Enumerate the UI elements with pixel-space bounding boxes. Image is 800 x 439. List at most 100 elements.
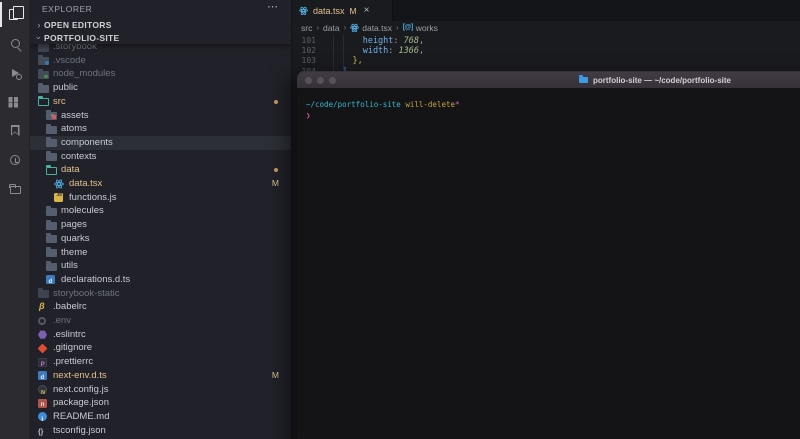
- file-tree: .storybook.vscodenode_modulespublicsrcas…: [30, 0, 291, 439]
- tree-item-data[interactable]: data: [30, 163, 291, 177]
- react-icon: [54, 182, 64, 186]
- root-folder-label: PORTFOLIO-SITE: [44, 33, 120, 43]
- tree-item-.env[interactable]: .env: [30, 314, 291, 328]
- tree-item-components[interactable]: components: [30, 136, 291, 150]
- js-icon: [54, 193, 63, 202]
- breadcrumb-symbol[interactable]: works: [416, 23, 438, 33]
- tree-item-label: contexts: [61, 150, 96, 164]
- code-line: 101 height: 768,: [292, 36, 800, 46]
- tree-item-.gitignore[interactable]: .gitignore: [30, 341, 291, 355]
- terminal-content[interactable]: ~/code/portfolio-site will-delete* ❯: [297, 89, 800, 121]
- tree-item-theme[interactable]: theme: [30, 246, 291, 260]
- explorer-sidebar: .storybook.vscodenode_modulespublicsrcas…: [30, 0, 292, 439]
- tree-item-label: quarks: [61, 232, 90, 246]
- breadcrumb-file[interactable]: data.tsx: [362, 23, 392, 33]
- tree-item-.babelrc[interactable]: .babelrc: [30, 300, 291, 314]
- tree-item-next.config.js[interactable]: next.config.js: [30, 383, 291, 397]
- breadcrumb-src[interactable]: src: [301, 23, 312, 33]
- activity-explorer[interactable]: [0, 0, 30, 29]
- git-modified-badge: M: [272, 177, 279, 191]
- tree-item-label: README.md: [53, 410, 109, 424]
- terminal-titlebar[interactable]: portfolio-site — ~/code/portfolio-site: [297, 72, 800, 89]
- tree-item-label: functions.js: [69, 191, 117, 205]
- tree-item-label: .eslintrc: [53, 328, 86, 342]
- line-number: 103: [292, 56, 316, 66]
- tree-item-quarks[interactable]: quarks: [30, 232, 291, 246]
- tree-item-label: molecules: [61, 204, 104, 218]
- terminal-cursor-line: ❯: [306, 111, 800, 122]
- breadcrumb-data[interactable]: data: [323, 23, 340, 33]
- tree-item-storybook-static[interactable]: storybook-static: [30, 287, 291, 301]
- code-line: 102 width: 1366,: [292, 46, 800, 56]
- tree-item-label: utils: [61, 259, 78, 273]
- tree-item-label: tsconfig.json: [53, 424, 106, 438]
- tree-item-.vscode[interactable]: .vscode: [30, 54, 291, 68]
- activity-debug[interactable]: [0, 58, 30, 87]
- open-editors-label: OPEN EDITORS: [44, 20, 112, 30]
- tree-item-data.tsx[interactable]: data.tsxM: [30, 177, 291, 191]
- folder-open-icon: [38, 98, 49, 106]
- tree-item-label: storybook-static: [53, 287, 120, 301]
- tree-item-node_modules[interactable]: node_modules: [30, 67, 291, 81]
- explorer-icon: [9, 9, 18, 20]
- tree-item-package.json[interactable]: package.json: [30, 396, 291, 410]
- folder-icon: [46, 139, 57, 147]
- tree-item-label: pages: [61, 218, 87, 232]
- tree-item-functions.js[interactable]: functions.js: [30, 191, 291, 205]
- activity-projects[interactable]: [0, 174, 30, 203]
- babel-icon: [38, 303, 49, 312]
- activity-history[interactable]: [0, 145, 30, 174]
- folder-open-icon: [46, 167, 57, 175]
- folder-icon: [46, 126, 57, 134]
- folder-icon: [38, 290, 49, 298]
- breadcrumb-separator: ›: [344, 23, 347, 32]
- line-number: 102: [292, 46, 316, 56]
- terminal-prompt-line: ~/code/portfolio-site will-delete*: [306, 100, 800, 111]
- folder-vscode-icon: [38, 57, 49, 65]
- tree-item-public[interactable]: public: [30, 81, 291, 95]
- activity-bookmarks[interactable]: [0, 116, 30, 145]
- tab-close-icon[interactable]: ×: [364, 6, 370, 15]
- activity-search[interactable]: [0, 29, 30, 58]
- vscode-window: .storybook.vscodenode_modulespublicsrcas…: [0, 0, 800, 439]
- tab-label: data.tsx: [313, 6, 345, 16]
- window-zoom-button[interactable]: [329, 77, 336, 84]
- window-close-button[interactable]: [305, 77, 312, 84]
- tab-git-modified-badge: M: [350, 6, 357, 16]
- explorer-title: EXPLORER: [42, 4, 92, 14]
- section-open-editors[interactable]: › OPEN EDITORS: [30, 18, 291, 31]
- breadcrumb-separator: ›: [316, 23, 319, 32]
- extensions-icon: [14, 97, 19, 102]
- tree-item-label: .vscode: [53, 54, 86, 68]
- section-root-folder[interactable]: › PORTFOLIO-SITE: [30, 31, 291, 44]
- tree-item-atoms[interactable]: atoms: [30, 122, 291, 136]
- folder-proxy-icon: [579, 77, 588, 84]
- nextconf-icon: [38, 385, 47, 394]
- tree-item-next-env.d.ts[interactable]: next-env.d.tsM: [30, 369, 291, 383]
- tree-item-contexts[interactable]: contexts: [30, 150, 291, 164]
- tree-item-label: next.config.js: [53, 383, 108, 397]
- tree-item-src[interactable]: src: [30, 95, 291, 109]
- tree-item-utils[interactable]: utils: [30, 259, 291, 273]
- tree-item-label: data: [61, 163, 80, 177]
- tree-item-label: src: [53, 95, 66, 109]
- modified-dot-badge: [274, 100, 278, 104]
- activity-extensions[interactable]: [0, 87, 30, 116]
- tab-data-tsx[interactable]: data.tsx M ×: [292, 0, 393, 21]
- tree-item-declarations.d.ts[interactable]: declarations.d.ts: [30, 273, 291, 287]
- tree-item-tsconfig.json[interactable]: tsconfig.json: [30, 424, 291, 438]
- git-icon: [38, 343, 48, 353]
- tree-item-pages[interactable]: pages: [30, 218, 291, 232]
- window-minimize-button[interactable]: [317, 77, 324, 84]
- tree-item-README.md[interactable]: README.md: [30, 410, 291, 424]
- folder-icon: [46, 208, 57, 216]
- tree-item-molecules[interactable]: molecules: [30, 204, 291, 218]
- tree-item-assets[interactable]: assets: [30, 109, 291, 123]
- modified-dot-badge: [274, 168, 278, 172]
- folder-icon: [38, 85, 49, 93]
- tree-item-.prettierrc[interactable]: .prettierrc: [30, 355, 291, 369]
- more-actions-icon[interactable]: ⋯: [267, 0, 279, 13]
- tree-item-.eslintrc[interactable]: .eslintrc: [30, 328, 291, 342]
- folder-node-icon: [38, 71, 49, 79]
- chevron-down-icon: ›: [34, 33, 44, 43]
